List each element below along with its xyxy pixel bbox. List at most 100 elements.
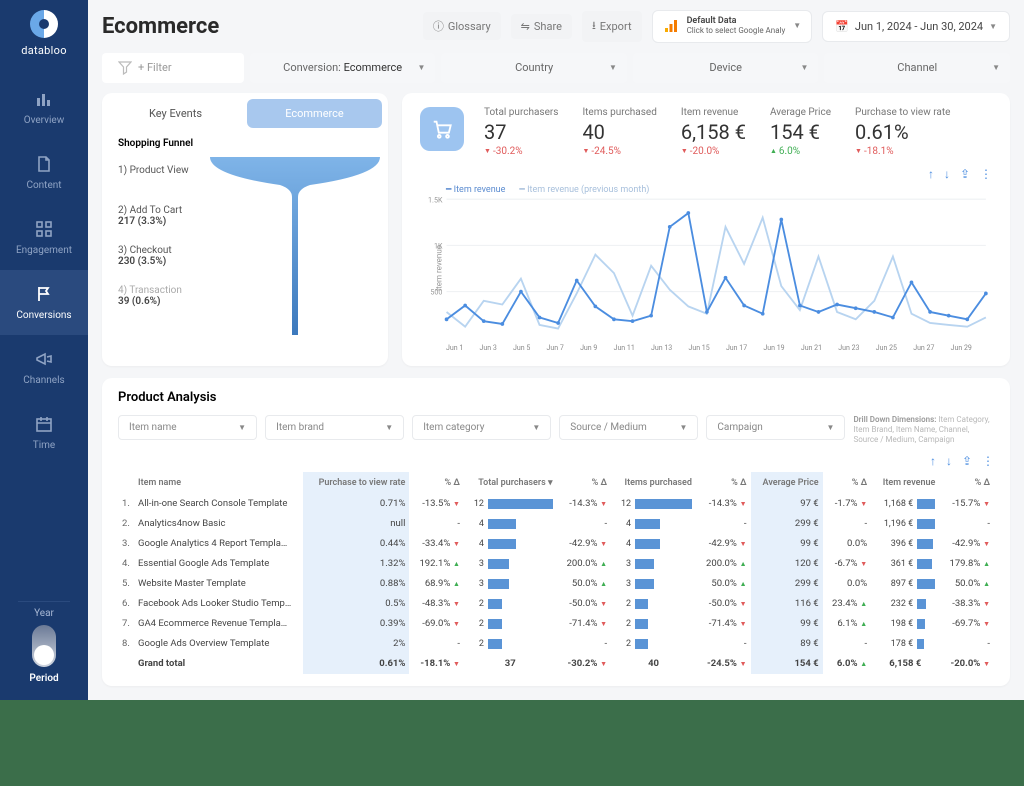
table-row-grand-total: Grand total 0.61% -18.1% ▼ 37 -30.2% ▼ 4…: [118, 654, 994, 674]
main-content: Ecommerce ⓘGlossary ⇋Share ⭳Export Defau…: [88, 0, 1024, 700]
date-range-selector[interactable]: 📅 Jun 1, 2024 - Jun 30, 2024 ▼: [822, 11, 1010, 42]
funnel-stage-add-to-cart: 2) Add To Cart217 (3.3%): [118, 201, 372, 241]
period-toggle[interactable]: [32, 625, 56, 667]
table-row[interactable]: 5. Website Master Template 0.88% 68.9% ▲…: [118, 574, 994, 594]
table-sort-desc-button[interactable]: ↓: [946, 454, 952, 468]
share-icon: ⇋: [521, 20, 530, 33]
legend-prev-month: ━ Item revenue (previous month): [519, 185, 649, 195]
cart-icon: [420, 107, 464, 151]
table-header[interactable]: % Δ: [409, 472, 464, 494]
calendar-icon: [34, 414, 54, 434]
filter-conversion[interactable]: Conversion: Ecommerce ▼: [250, 53, 436, 83]
filter-channel[interactable]: Channel▼: [824, 53, 1010, 83]
table-row[interactable]: 7. GA4 Ecommerce Revenue Templa… 0.39% -…: [118, 614, 994, 634]
table-header[interactable]: % Δ: [823, 472, 872, 494]
bar-chart-icon: [34, 89, 54, 109]
grid-icon: [34, 219, 54, 239]
chart-sort-asc-button[interactable]: ↑: [928, 167, 934, 181]
sidebar-item-overview[interactable]: Overview: [0, 75, 88, 140]
chevron-down-icon: ▼: [417, 63, 425, 72]
filter-device[interactable]: Device▼: [633, 53, 819, 83]
svg-text:1.5K: 1.5K: [428, 195, 443, 204]
funnel-icon: [118, 61, 132, 75]
funnel-card: Key Events Ecommerce Shopping Funnel 1) …: [102, 93, 388, 366]
table-row[interactable]: 8. Google Ads Overview Template 2% - 2 -…: [118, 634, 994, 654]
funnel-stage-product-view: 1) Product View: [118, 161, 372, 201]
table-row[interactable]: 6. Facebook Ads Looker Studio Temp… 0.5%…: [118, 594, 994, 614]
megaphone-icon: [34, 349, 54, 369]
table-header[interactable]: % Δ: [939, 472, 994, 494]
chevron-down-icon: ▼: [793, 22, 801, 31]
tab-ecommerce[interactable]: Ecommerce: [247, 99, 382, 128]
table-header[interactable]: Item name: [134, 472, 303, 494]
pa-filter-item-name[interactable]: Item name▼: [118, 415, 257, 440]
brand-logo: databloo: [21, 8, 67, 57]
table-header[interactable]: Total purchasers ▾: [464, 472, 557, 494]
chart-export-button[interactable]: ⇪: [960, 167, 970, 181]
sidebar-item-label: Overview: [24, 115, 65, 126]
period-selector[interactable]: Year Period: [29, 608, 58, 700]
footer-stripe: [0, 700, 1024, 786]
table-header[interactable]: Item revenue: [871, 472, 939, 494]
download-icon: ⭳: [592, 17, 596, 36]
logo-icon: [28, 8, 60, 40]
sidebar-item-content[interactable]: Content: [0, 140, 88, 205]
drill-down-info: Drill Down Dimensions: Item Category, It…: [853, 415, 994, 446]
kpi-metric: Purchase to view rate 0.61% ▼ -18.1%: [855, 107, 950, 157]
sidebar-item-channels[interactable]: Channels: [0, 335, 88, 400]
table-row[interactable]: 3. Google Analytics 4 Report Templa… 0.4…: [118, 534, 994, 554]
table-sort-asc-button[interactable]: ↑: [930, 454, 936, 468]
period-label: Period: [29, 673, 58, 684]
share-button[interactable]: ⇋Share: [511, 14, 572, 39]
chart-toolbar: ↑ ↓ ⇪ ⋮: [420, 163, 992, 185]
pa-filter-source-medium[interactable]: Source / Medium▼: [559, 415, 698, 440]
table-header[interactable]: Purchase to view rate: [303, 472, 410, 494]
sidebar-item-label: Channels: [23, 375, 64, 386]
chevron-down-icon: ▼: [989, 22, 997, 31]
calendar-icon: 📅: [835, 20, 849, 33]
kpi-metric: Items purchased 40 ▼ -24.5%: [582, 107, 656, 157]
page-title: Ecommerce: [102, 14, 413, 39]
product-analysis-card: Product Analysis Item name▼ Item brand▼ …: [102, 378, 1010, 686]
pa-title: Product Analysis: [118, 390, 994, 405]
funnel-stage-transaction: 4) Transaction39 (0.6%): [118, 281, 372, 321]
table-header[interactable]: % Δ: [557, 472, 612, 494]
table-export-button[interactable]: ⇪: [962, 454, 972, 468]
kpi-metric: Average Price 154 € ▲ 6.0%: [770, 107, 831, 157]
funnel-title: Shopping Funnel: [102, 134, 388, 157]
table-row[interactable]: 4. Essential Google Ads Template 1.32% 1…: [118, 554, 994, 574]
pa-filter-item-brand[interactable]: Item brand▼: [265, 415, 404, 440]
table-row[interactable]: 2. Analytics4now Basic null - 4 - 4 - 29…: [118, 514, 994, 534]
sidebar-nav: Overview Content Engagement Conversions …: [0, 75, 88, 465]
table-header[interactable]: Average Price: [751, 472, 823, 494]
chart-more-button[interactable]: ⋮: [980, 167, 992, 181]
chevron-down-icon: ▼: [992, 63, 1000, 72]
document-icon: [34, 154, 54, 174]
glossary-button[interactable]: ⓘGlossary: [423, 12, 501, 40]
ga-logo-icon: [663, 18, 679, 34]
kpi-card: Total purchasers 37 ▼ -30.2% Items purcha…: [402, 93, 1010, 366]
pa-filter-campaign[interactable]: Campaign▼: [706, 415, 845, 440]
chevron-down-icon: ▼: [801, 63, 809, 72]
pa-filter-item-category[interactable]: Item category▼: [412, 415, 551, 440]
table-header[interactable]: Items purchased: [611, 472, 696, 494]
table-row[interactable]: 1. All-in-one Search Console Template 0.…: [118, 494, 994, 514]
brand-label: databloo: [21, 44, 67, 57]
product-table: Item namePurchase to view rate% ΔTotal p…: [118, 472, 994, 674]
table-toolbar: ↑ ↓ ⇪ ⋮: [118, 454, 994, 468]
table-more-button[interactable]: ⋮: [982, 454, 994, 468]
sidebar-item-time[interactable]: Time: [0, 400, 88, 465]
tab-key-events[interactable]: Key Events: [108, 99, 243, 128]
flag-icon: [34, 284, 54, 304]
info-icon: ⓘ: [433, 18, 444, 34]
chart-sort-desc-button[interactable]: ↓: [944, 167, 950, 181]
line-chart: Item revenue 1.5K1K500: [420, 195, 992, 342]
sidebar-item-conversions[interactable]: Conversions: [0, 270, 88, 335]
filter-country[interactable]: Country▼: [441, 53, 627, 83]
table-header[interactable]: % Δ: [696, 472, 751, 494]
ga-data-selector[interactable]: Default Data Click to select Google Anal…: [652, 10, 813, 43]
export-button[interactable]: ⭳Export: [582, 11, 642, 42]
kpi-metric: Total purchasers 37 ▼ -30.2%: [484, 107, 558, 157]
sidebar-item-engagement[interactable]: Engagement: [0, 205, 88, 270]
add-filter-button[interactable]: + Filter: [102, 53, 244, 83]
